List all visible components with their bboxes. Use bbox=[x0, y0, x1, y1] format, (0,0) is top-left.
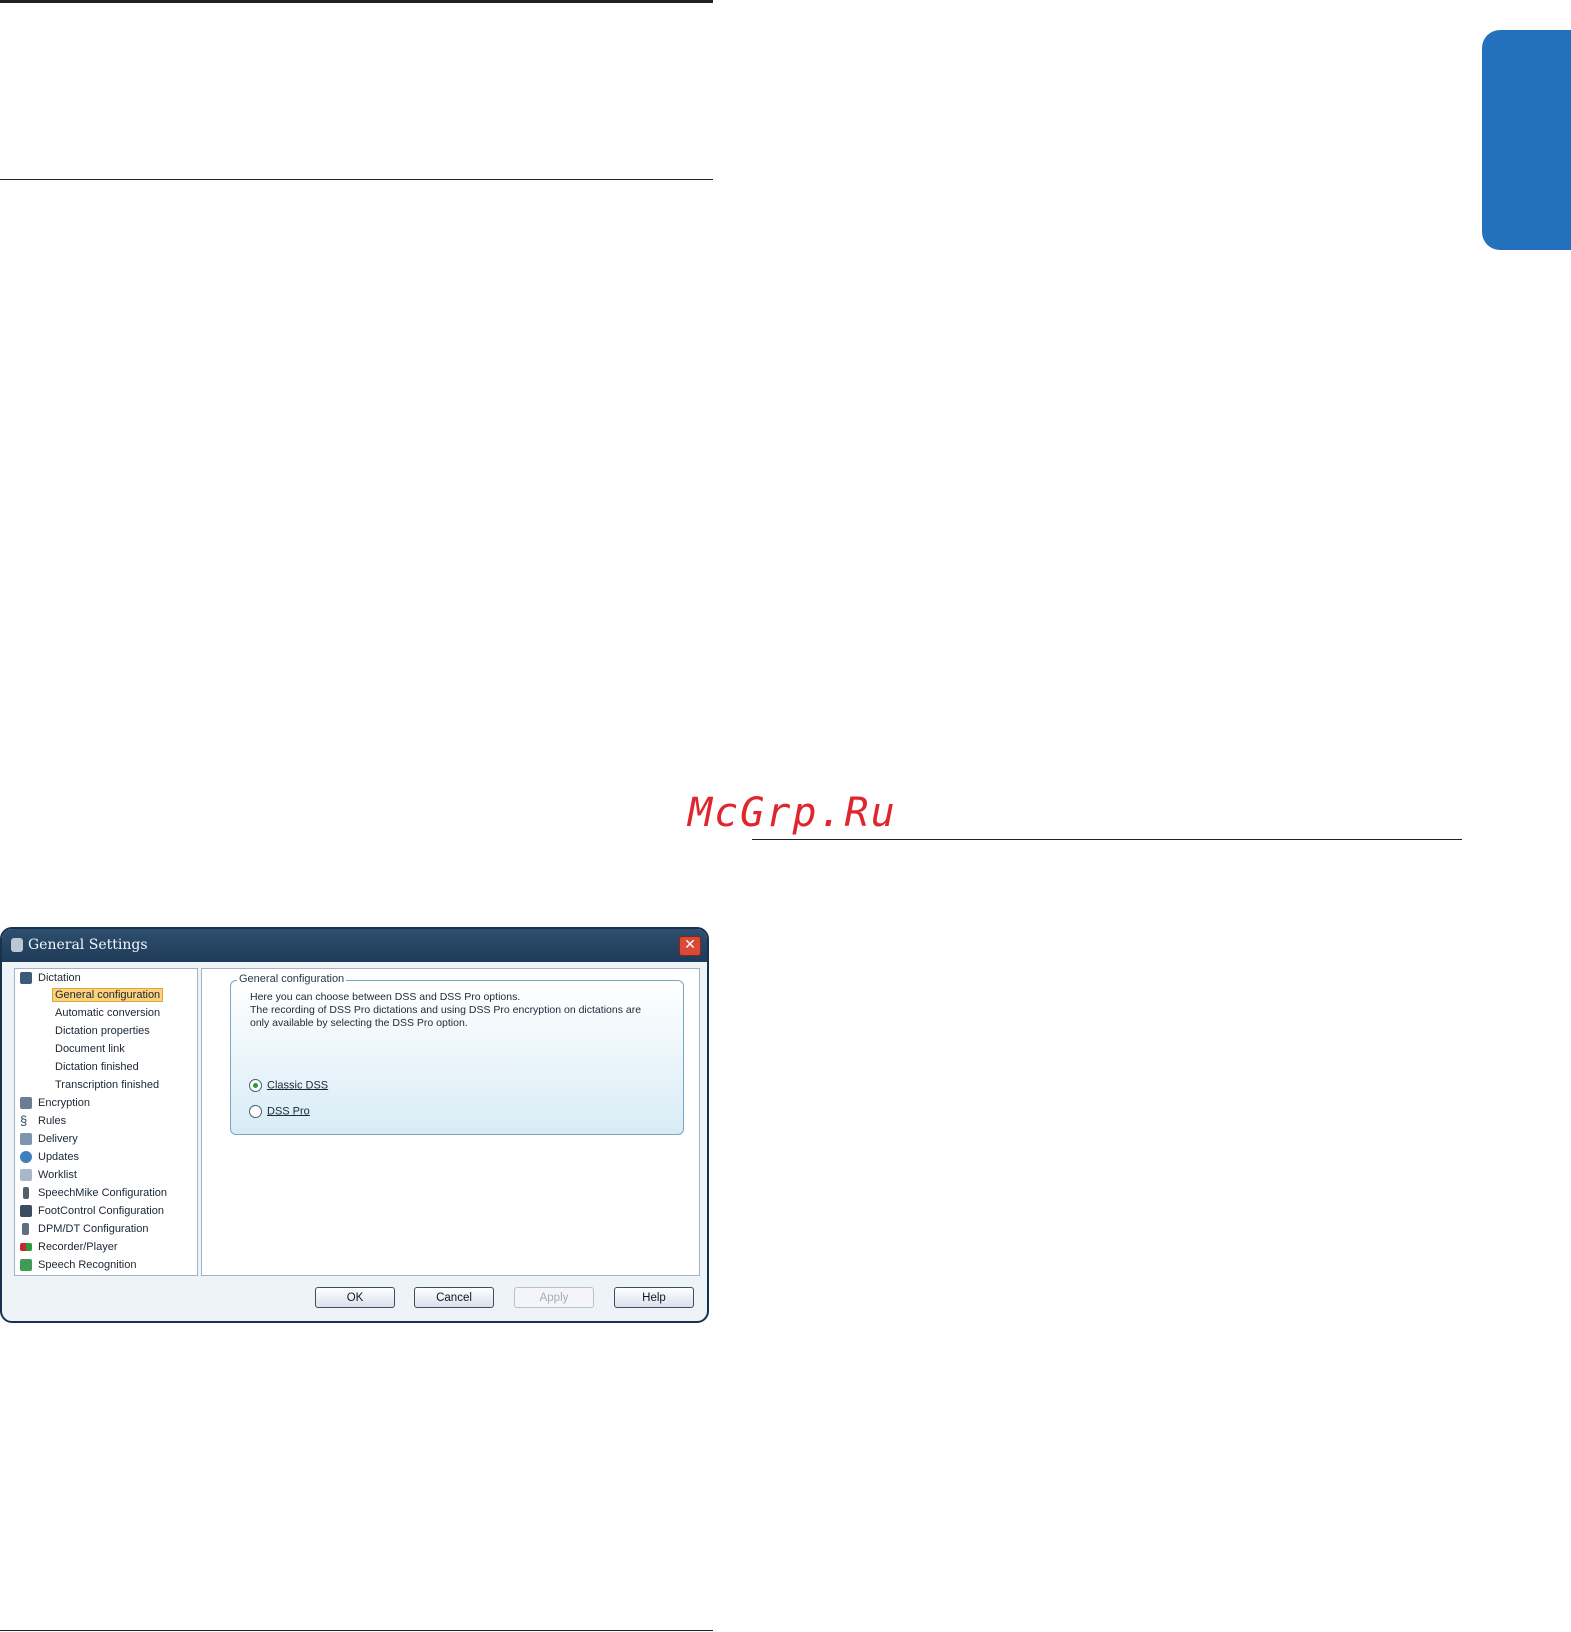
tree-item-dictation[interactable]: Dictation bbox=[20, 970, 81, 986]
dialog-title: General Settings bbox=[28, 937, 148, 953]
ok-button[interactable]: OK bbox=[315, 1287, 395, 1308]
tree-item-dictation-finished[interactable]: Dictation finished bbox=[55, 1059, 139, 1075]
speechmike-icon bbox=[23, 1187, 29, 1200]
tree-item-rules[interactable]: § Rules bbox=[20, 1113, 66, 1129]
option-classic-dss[interactable]: Classic DSS bbox=[249, 1079, 328, 1092]
speech-recognition-icon bbox=[20, 1259, 32, 1272]
tree-item-transcription-finished[interactable]: Transcription finished bbox=[55, 1077, 159, 1093]
settings-panel: General configuration Here you can choos… bbox=[201, 968, 700, 1276]
tree-item-updates[interactable]: Updates bbox=[20, 1149, 79, 1165]
tree-item-delivery[interactable]: Delivery bbox=[20, 1131, 78, 1147]
general-settings-dialog: General Settings ✕ Dictation General con… bbox=[0, 927, 709, 1323]
help-button[interactable]: Help bbox=[614, 1287, 694, 1308]
footcontrol-icon bbox=[20, 1205, 32, 1218]
recorder-device-icon bbox=[22, 1223, 29, 1236]
tree-item-document-link[interactable]: Document link bbox=[55, 1041, 125, 1057]
section-icon: § bbox=[20, 1113, 28, 1129]
tree-item-dictation-properties[interactable]: Dictation properties bbox=[55, 1023, 150, 1039]
radio-dss-pro[interactable] bbox=[249, 1105, 262, 1118]
tree-item-encryption[interactable]: Encryption bbox=[20, 1095, 90, 1111]
settings-tree: Dictation General configuration Automati… bbox=[14, 968, 198, 1276]
tree-item-automatic-conversion[interactable]: Automatic conversion bbox=[55, 1005, 160, 1021]
record-play-icon bbox=[20, 1243, 32, 1252]
lock-icon bbox=[20, 1097, 32, 1110]
delivery-icon bbox=[20, 1133, 32, 1146]
top-rule bbox=[0, 0, 713, 3]
right-rule bbox=[752, 839, 1462, 840]
apply-button[interactable]: Apply bbox=[514, 1287, 594, 1308]
close-button[interactable]: ✕ bbox=[679, 936, 701, 956]
bottom-rule bbox=[0, 1630, 713, 1631]
app-icon bbox=[11, 938, 23, 952]
tree-item-dpm-dt-configuration[interactable]: DPM/DT Configuration bbox=[20, 1221, 148, 1237]
group-title: General configuration bbox=[237, 973, 347, 985]
list-icon bbox=[20, 1169, 32, 1182]
option-dss-pro[interactable]: DSS Pro bbox=[249, 1105, 310, 1118]
cancel-button[interactable]: Cancel bbox=[414, 1287, 494, 1308]
tree-item-recorder-player[interactable]: Recorder/Player bbox=[20, 1239, 117, 1255]
watermark: McGrp.Ru bbox=[688, 790, 897, 836]
globe-icon bbox=[20, 1151, 32, 1164]
radio-classic-dss[interactable] bbox=[249, 1079, 262, 1092]
tree-item-speech-recognition[interactable]: Speech Recognition bbox=[20, 1257, 136, 1273]
group-description: Here you can choose between DSS and DSS … bbox=[250, 991, 642, 1029]
dialog-titlebar: General Settings ✕ bbox=[2, 929, 707, 962]
general-configuration-group: General configuration Here you can choos… bbox=[230, 973, 684, 1135]
section-tab bbox=[1482, 30, 1571, 250]
dictation-icon bbox=[20, 972, 32, 985]
tree-item-footcontrol-configuration[interactable]: FootControl Configuration bbox=[20, 1203, 164, 1219]
tree-item-general-configuration[interactable]: General configuration bbox=[52, 987, 164, 1003]
tree-item-worklist[interactable]: Worklist bbox=[20, 1167, 77, 1183]
header-rule bbox=[0, 179, 713, 180]
tree-item-speechmike-configuration[interactable]: SpeechMike Configuration bbox=[20, 1185, 167, 1201]
